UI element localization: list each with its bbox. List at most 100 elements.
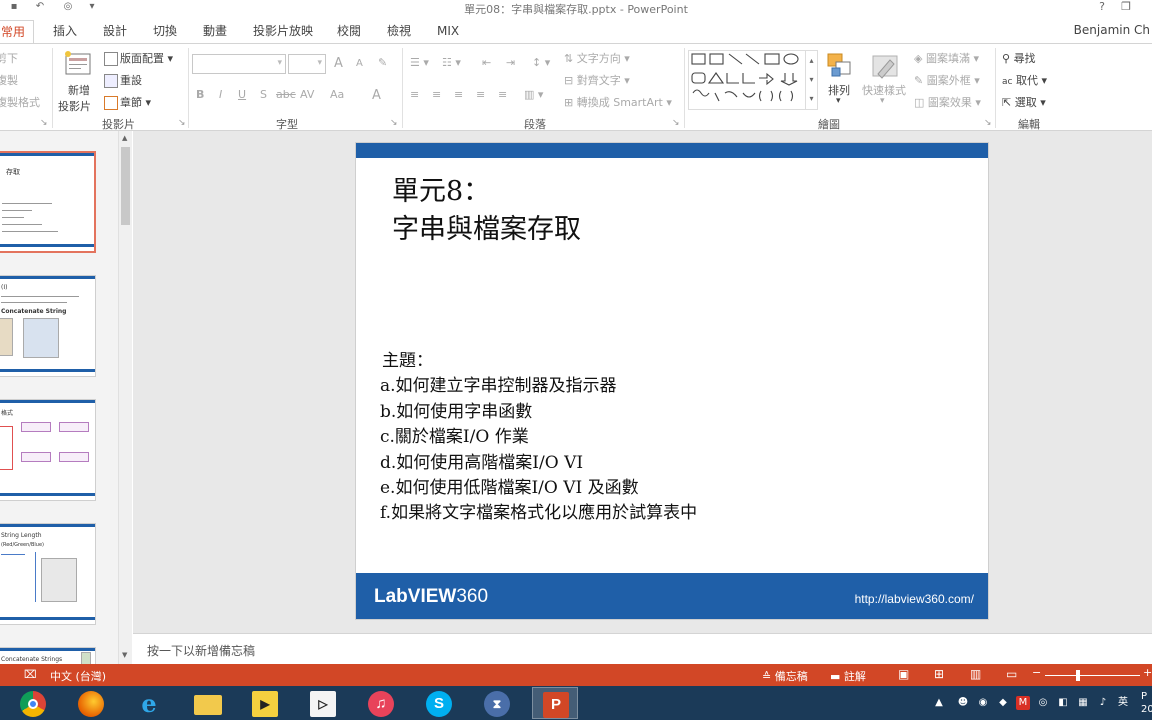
tab-home[interactable]: 常用 <box>0 20 34 45</box>
scroll-up-icon[interactable]: ▲ <box>122 134 127 142</box>
gallery-scroll[interactable]: ▴ ▾ ▾ <box>805 51 817 109</box>
text-direction-button[interactable]: ⇅ 文字方向 ▾ <box>564 50 630 66</box>
taskbar-firefox[interactable] <box>68 687 114 719</box>
bullets-icon[interactable]: ☰ ▾ <box>410 56 429 69</box>
scroll-down-icon[interactable]: ▼ <box>122 651 127 659</box>
slide-title[interactable]: 單元8： 字串與檔案存取 <box>392 173 581 249</box>
taskbar-skype[interactable]: S <box>416 687 462 719</box>
arrange-button[interactable]: 排列 ▾ <box>822 50 860 112</box>
justify-icon[interactable]: ≡ <box>476 88 485 101</box>
volume-icon[interactable]: ♪ <box>1096 696 1110 710</box>
tab-review[interactable]: 校閱 <box>331 20 367 44</box>
zoom-slider[interactable] <box>1045 675 1140 676</box>
char-spacing-button[interactable]: AV <box>300 88 314 101</box>
shape-effects-button[interactable]: ◫ 圖案效果 ▾ <box>914 94 981 110</box>
normal-view-icon[interactable]: ▣ <box>898 667 909 681</box>
clear-format-icon[interactable]: ✎ <box>378 56 387 69</box>
align-left-icon[interactable]: ≡ <box>410 88 419 101</box>
drawing-launcher-icon[interactable]: ↘ <box>984 118 992 128</box>
select-button[interactable]: ⇱ 選取 ▾ <box>1002 94 1046 110</box>
tab-insert[interactable]: 插入 <box>47 20 83 44</box>
reading-view-icon[interactable]: ▥ <box>970 667 981 681</box>
font-color-button[interactable]: A <box>372 88 381 103</box>
font-launcher-icon[interactable]: ↘ <box>390 118 398 128</box>
section-button[interactable]: 章節 ▾ <box>104 94 151 110</box>
user-name[interactable]: Benjamin Ch <box>1074 23 1150 37</box>
format-painter-button[interactable]: 複製格式 <box>0 94 40 110</box>
font-size-box[interactable]: ▾ <box>288 54 326 74</box>
find-button[interactable]: ⚲ 尋找 <box>1002 50 1036 66</box>
zoom-slider-thumb[interactable] <box>1076 670 1080 681</box>
tray-app-icon[interactable]: ◉ <box>976 696 990 710</box>
font-name-box[interactable]: ▾ <box>192 54 286 74</box>
strikethrough-button[interactable]: abc <box>276 88 296 101</box>
tab-transitions[interactable]: 切換 <box>147 20 183 44</box>
gmail-icon[interactable]: M <box>1016 696 1030 710</box>
taskbar-file-explorer[interactable] <box>184 687 230 719</box>
slide-body[interactable]: 主題： a.如何建立字串控制器及指示器 b.如何使用字串函數 c.關於檔案I/O… <box>380 349 697 527</box>
taskbar-labview-1[interactable]: ▶ <box>242 687 288 719</box>
notes-pane[interactable]: 按一下以新增備忘稿 <box>133 633 1152 664</box>
language-icon[interactable]: ⌧ <box>24 668 37 681</box>
notes-button[interactable]: ≙ 備忘稿 <box>762 668 808 684</box>
numbering-icon[interactable]: ☷ ▾ <box>442 56 461 69</box>
slide-thumbnail[interactable]: 格式 <box>0 399 96 501</box>
slideshow-icon[interactable]: ▭ <box>1006 667 1017 681</box>
tab-animations[interactable]: 動畫 <box>197 20 233 44</box>
shape-fill-button[interactable]: ◈ 圖案填滿 ▾ <box>914 50 979 66</box>
thumbnail-scrollbar[interactable]: ▲ ▼ <box>118 131 132 664</box>
current-slide[interactable]: 單元8： 字串與檔案存取 主題： a.如何建立字串控制器及指示器 b.如何使用字… <box>355 142 989 620</box>
bold-button[interactable]: B <box>196 88 204 101</box>
taskbar-labview-2[interactable]: ▷ <box>300 687 346 719</box>
underline-button[interactable]: U <box>238 88 246 101</box>
help-button[interactable]: ? <box>1090 0 1114 14</box>
tab-mix[interactable]: MIX <box>431 20 465 44</box>
zoom-out-icon[interactable]: − <box>1032 666 1041 679</box>
notes-placeholder[interactable]: 按一下以新增備忘稿 <box>147 642 255 659</box>
columns-icon[interactable]: ▥ ▾ <box>524 88 543 101</box>
line-spacing-icon[interactable]: ↕ ▾ <box>532 56 550 69</box>
scrollbar-thumb[interactable] <box>121 147 130 225</box>
tray-expand-icon[interactable]: ▲ <box>932 696 946 710</box>
reset-button[interactable]: 重設 <box>104 72 142 88</box>
new-slide-button[interactable]: 新增 投影片 <box>58 48 98 113</box>
italic-button[interactable]: I <box>219 88 222 101</box>
align-text-button[interactable]: ⊟ 對齊文字 ▾ <box>564 72 630 88</box>
slide-thumbnail[interactable]: Concatenate Strings <box>0 647 96 665</box>
network-icon[interactable]: ▦ <box>1076 696 1090 710</box>
tray-app-icon[interactable]: ◎ <box>1036 696 1050 710</box>
tab-design[interactable]: 設計 <box>97 20 133 44</box>
align-right-icon[interactable]: ≡ <box>454 88 463 101</box>
tray-app-icon[interactable]: ◧ <box>1056 696 1070 710</box>
copy-button[interactable]: 複製 <box>0 72 18 88</box>
taskbar-chrome[interactable] <box>10 687 56 719</box>
taskbar-internet-explorer[interactable]: e <box>126 687 172 719</box>
paragraph-launcher-icon[interactable]: ↘ <box>672 118 680 128</box>
taskbar-itunes[interactable]: ♫ <box>358 687 404 719</box>
taskbar-clock[interactable]: P 20 <box>1141 690 1152 716</box>
slide-thumbnail[interactable]: (I) Concatenate String <box>0 275 96 377</box>
slide-thumbnail[interactable]: String Length (Red/Green/Blue) <box>0 523 96 625</box>
taskbar-app-9[interactable]: ⧗ <box>474 687 520 719</box>
zoom-in-icon[interactable]: + <box>1143 666 1152 679</box>
smartart-button[interactable]: ⊞ 轉換成 SmartArt ▾ <box>564 94 672 110</box>
clipboard-launcher-icon[interactable]: ↘ <box>40 118 48 128</box>
tray-app-icon[interactable]: ☻ <box>956 696 970 710</box>
taskbar-powerpoint[interactable]: P <box>532 687 578 719</box>
language-label[interactable]: 中文 (台灣) <box>50 668 106 684</box>
ribbon-display-button[interactable]: ❐ <box>1114 0 1138 14</box>
increase-indent-icon[interactable]: ⇥ <box>506 56 515 69</box>
shape-outline-button[interactable]: ✎ 圖案外框 ▾ <box>914 72 980 88</box>
shrink-font-button[interactable]: A <box>356 58 363 69</box>
distributed-icon[interactable]: ≡ <box>498 88 507 101</box>
slide-sorter-icon[interactable]: ⊞ <box>934 667 944 681</box>
change-case-button[interactable]: Aa <box>330 88 344 101</box>
layout-button[interactable]: 版面配置 ▾ <box>104 50 173 66</box>
ime-indicator[interactable]: 英 <box>1116 696 1130 710</box>
cut-button[interactable]: 剪下 <box>0 50 18 66</box>
grow-font-button[interactable]: A <box>334 56 343 71</box>
comments-button[interactable]: ▬ 註解 <box>830 668 866 684</box>
tab-view[interactable]: 檢視 <box>381 20 417 44</box>
decrease-indent-icon[interactable]: ⇤ <box>482 56 491 69</box>
quick-styles-button[interactable]: 快速樣式 ▾ <box>860 50 910 112</box>
